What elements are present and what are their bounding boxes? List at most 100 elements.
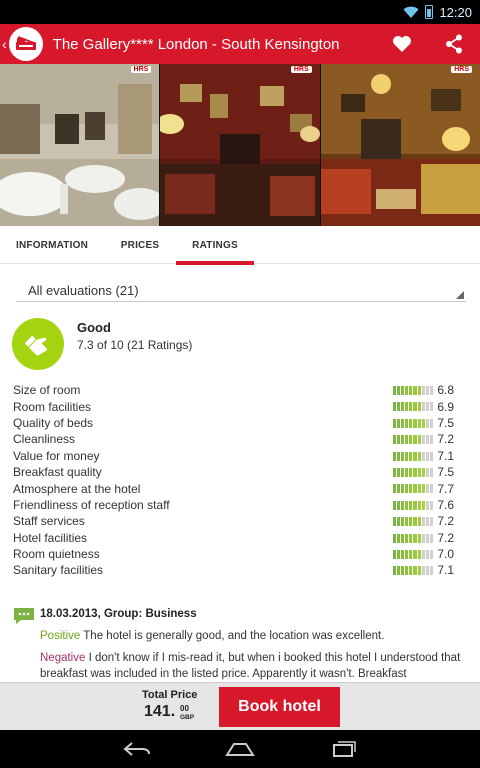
bar-segment [393, 484, 397, 494]
bar-segment [421, 566, 425, 576]
nav-back-button[interactable] [112, 736, 162, 762]
back-chevron-icon[interactable]: ‹ [2, 36, 7, 52]
system-nav-bar [0, 730, 480, 768]
bar-segment [417, 418, 421, 428]
hrs-logo-icon[interactable] [8, 27, 43, 61]
thumbs-up-icon [24, 335, 48, 356]
hotel-photo-lounge[interactable]: HRS [320, 64, 480, 226]
hotel-photo-library[interactable]: HRS [160, 64, 320, 226]
criteria-row: Friendliness of reception staff 7.6 [13, 497, 468, 513]
total-price-cents: 00 [180, 704, 189, 713]
recents-icon [333, 741, 356, 757]
bar-segment [429, 484, 433, 494]
bar-segment [405, 418, 409, 428]
overall-rating-score: 7.3 of 10 (21 Ratings) [77, 338, 193, 352]
favorite-button[interactable] [376, 24, 428, 64]
photo-gallery[interactable]: HRS HRS HRS [0, 64, 480, 226]
bar-segment [401, 386, 405, 395]
nav-recents-button[interactable] [318, 736, 368, 762]
bar-segment [405, 500, 409, 510]
criteria-bar [393, 451, 433, 461]
criteria-bar [393, 549, 433, 559]
bar-segment [397, 566, 401, 576]
criteria-row: Room quietness 7.0 [13, 546, 468, 562]
bar-segment [405, 517, 409, 527]
criteria-name: Sanitary facilities [13, 563, 104, 578]
hrs-badge: HRS [130, 66, 152, 73]
criteria-row: Breakfast quality 7.5 [13, 464, 468, 480]
rating-criteria-list: Size of room 6.8 Room facilities 6.9 Quali… [13, 382, 468, 579]
bar-segment [393, 549, 397, 559]
review-header: 18.03.2013, Group: Business [40, 608, 197, 620]
bar-segment [409, 402, 413, 412]
bar-segment [413, 533, 417, 543]
tab-ratings[interactable]: RATINGS [176, 226, 254, 265]
overall-rating-label: Good [77, 320, 111, 335]
bar-segment [409, 484, 413, 494]
bar-segment [393, 451, 397, 461]
bar-segment [425, 451, 429, 461]
criteria-bar [393, 467, 433, 477]
app-screen: 12:20 ‹ The Gallery**** London - South K… [0, 0, 480, 768]
heart-icon [393, 36, 411, 52]
total-price-value: 141. [144, 703, 176, 720]
criteria-value: 7.2 [437, 432, 454, 447]
bar-segment [429, 566, 433, 576]
criteria-row: Cleanliness 7.2 [13, 431, 468, 447]
bar-segment [405, 484, 409, 494]
bar-segment [413, 386, 417, 395]
bar-segment [425, 549, 429, 559]
bar-segment [397, 467, 401, 477]
bar-segment [405, 566, 409, 576]
share-button[interactable] [428, 24, 480, 64]
dropdown-arrow-icon [456, 291, 464, 299]
bar-segment [393, 435, 397, 445]
bar-segment [401, 500, 405, 510]
criteria-row: Hotel facilities 7.2 [13, 530, 468, 546]
criteria-name: Room facilities [13, 399, 92, 414]
tab-information[interactable]: INFORMATION [0, 226, 104, 264]
bar-segment [413, 418, 417, 428]
criteria-row: Value for money 7.1 [13, 448, 468, 464]
criteria-row: Atmosphere at the hotel 7.7 [13, 480, 468, 496]
bar-segment [417, 435, 421, 445]
criteria-bar [393, 566, 433, 576]
criteria-bar [393, 418, 433, 428]
bar-segment [425, 533, 429, 543]
evaluation-filter-dropdown[interactable]: All evaluations (21) [16, 280, 466, 302]
bar-segment [409, 418, 413, 428]
review-speech-bubble-icon [14, 608, 34, 624]
positive-label: Positive [40, 630, 81, 642]
bar-segment [401, 418, 405, 428]
bar-segment [413, 566, 417, 576]
criteria-bar [393, 517, 433, 527]
criteria-value: 6.9 [437, 399, 454, 414]
hotel-photo-restaurant[interactable]: HRS [0, 64, 160, 226]
overall-rating-icon [12, 318, 64, 370]
bar-segment [405, 451, 409, 461]
bar-segment [417, 566, 421, 576]
booking-footer: Total Price 141. 00 GBP Book hotel [0, 682, 480, 730]
bar-segment [401, 533, 405, 543]
criteria-bar [393, 484, 433, 494]
bar-segment [409, 467, 413, 477]
bar-segment [417, 467, 421, 477]
criteria-row: Room facilities 6.9 [13, 398, 468, 414]
book-hotel-button[interactable]: Book hotel [219, 687, 340, 727]
criteria-value: 7.1 [437, 448, 454, 463]
bar-segment [429, 451, 433, 461]
bar-segment [397, 402, 401, 412]
criteria-name: Size of room [13, 383, 81, 398]
bar-segment [417, 517, 421, 527]
bar-segment [413, 500, 417, 510]
criteria-value: 7.6 [437, 497, 454, 512]
page-title: The Gallery**** London - South Kensingto… [52, 35, 340, 53]
bar-segment [405, 467, 409, 477]
criteria-row: Sanitary facilities 7.1 [13, 562, 468, 578]
criteria-value: 7.2 [437, 514, 454, 529]
nav-home-button[interactable] [215, 736, 265, 762]
bar-segment [393, 418, 397, 428]
criteria-row: Size of room 6.8 [13, 382, 468, 398]
tab-prices[interactable]: PRICES [104, 226, 176, 264]
negative-text: I don't know if I mis-read it, but when … [40, 652, 461, 680]
